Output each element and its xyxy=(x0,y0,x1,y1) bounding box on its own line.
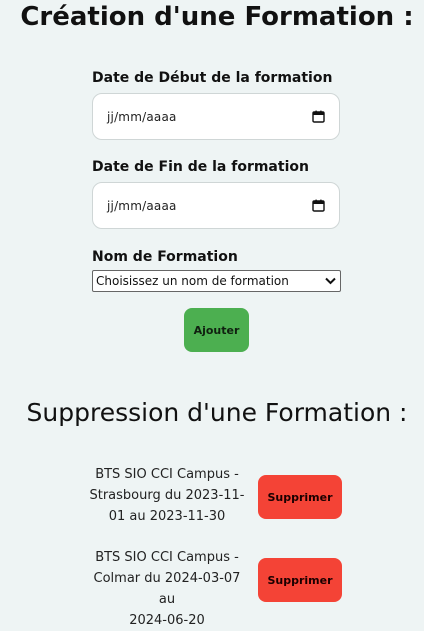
list-item-line: Colmar du 2024-03-07 au xyxy=(93,571,241,607)
formation-name-selected: Choisissez un nom de formation xyxy=(96,274,289,288)
end-date-label: Date de Fin de la formation xyxy=(92,159,309,175)
list-item-line: 2024-06-20 xyxy=(129,613,205,628)
chevron-down-icon xyxy=(324,275,336,287)
delete-button[interactable]: Supprimer xyxy=(258,475,342,519)
list-item: BTS SIO CCI Campus - Colmar du 2024-03-0… xyxy=(87,547,247,631)
calendar-icon[interactable] xyxy=(311,199,325,213)
list-item-line: BTS SIO CCI Campus - xyxy=(95,467,239,482)
deletion-section-title: Suppression d'une Formation : xyxy=(26,398,408,427)
add-button[interactable]: Ajouter xyxy=(184,308,249,352)
start-date-label: Date de Début de la formation xyxy=(92,70,333,86)
start-date-value: jj/mm/aaaa xyxy=(107,109,177,124)
formation-name-label: Nom de Formation xyxy=(92,249,238,265)
calendar-icon[interactable] xyxy=(311,110,325,124)
list-item: BTS SIO CCI Campus - Strasbourg du 2023-… xyxy=(87,464,247,527)
delete-button[interactable]: Supprimer xyxy=(258,558,342,602)
page-title: Création d'une Formation : xyxy=(20,2,414,32)
end-date-field[interactable]: jj/mm/aaaa xyxy=(92,182,340,229)
formation-name-select[interactable]: Choisissez un nom de formation xyxy=(92,270,341,292)
end-date-value: jj/mm/aaaa xyxy=(107,198,177,213)
start-date-field[interactable]: jj/mm/aaaa xyxy=(92,93,340,140)
list-item-line: Strasbourg du 2023-11- xyxy=(89,488,245,503)
list-item-line: BTS SIO CCI Campus - xyxy=(95,550,239,565)
list-item-line: 01 au 2023-11-30 xyxy=(108,509,226,524)
